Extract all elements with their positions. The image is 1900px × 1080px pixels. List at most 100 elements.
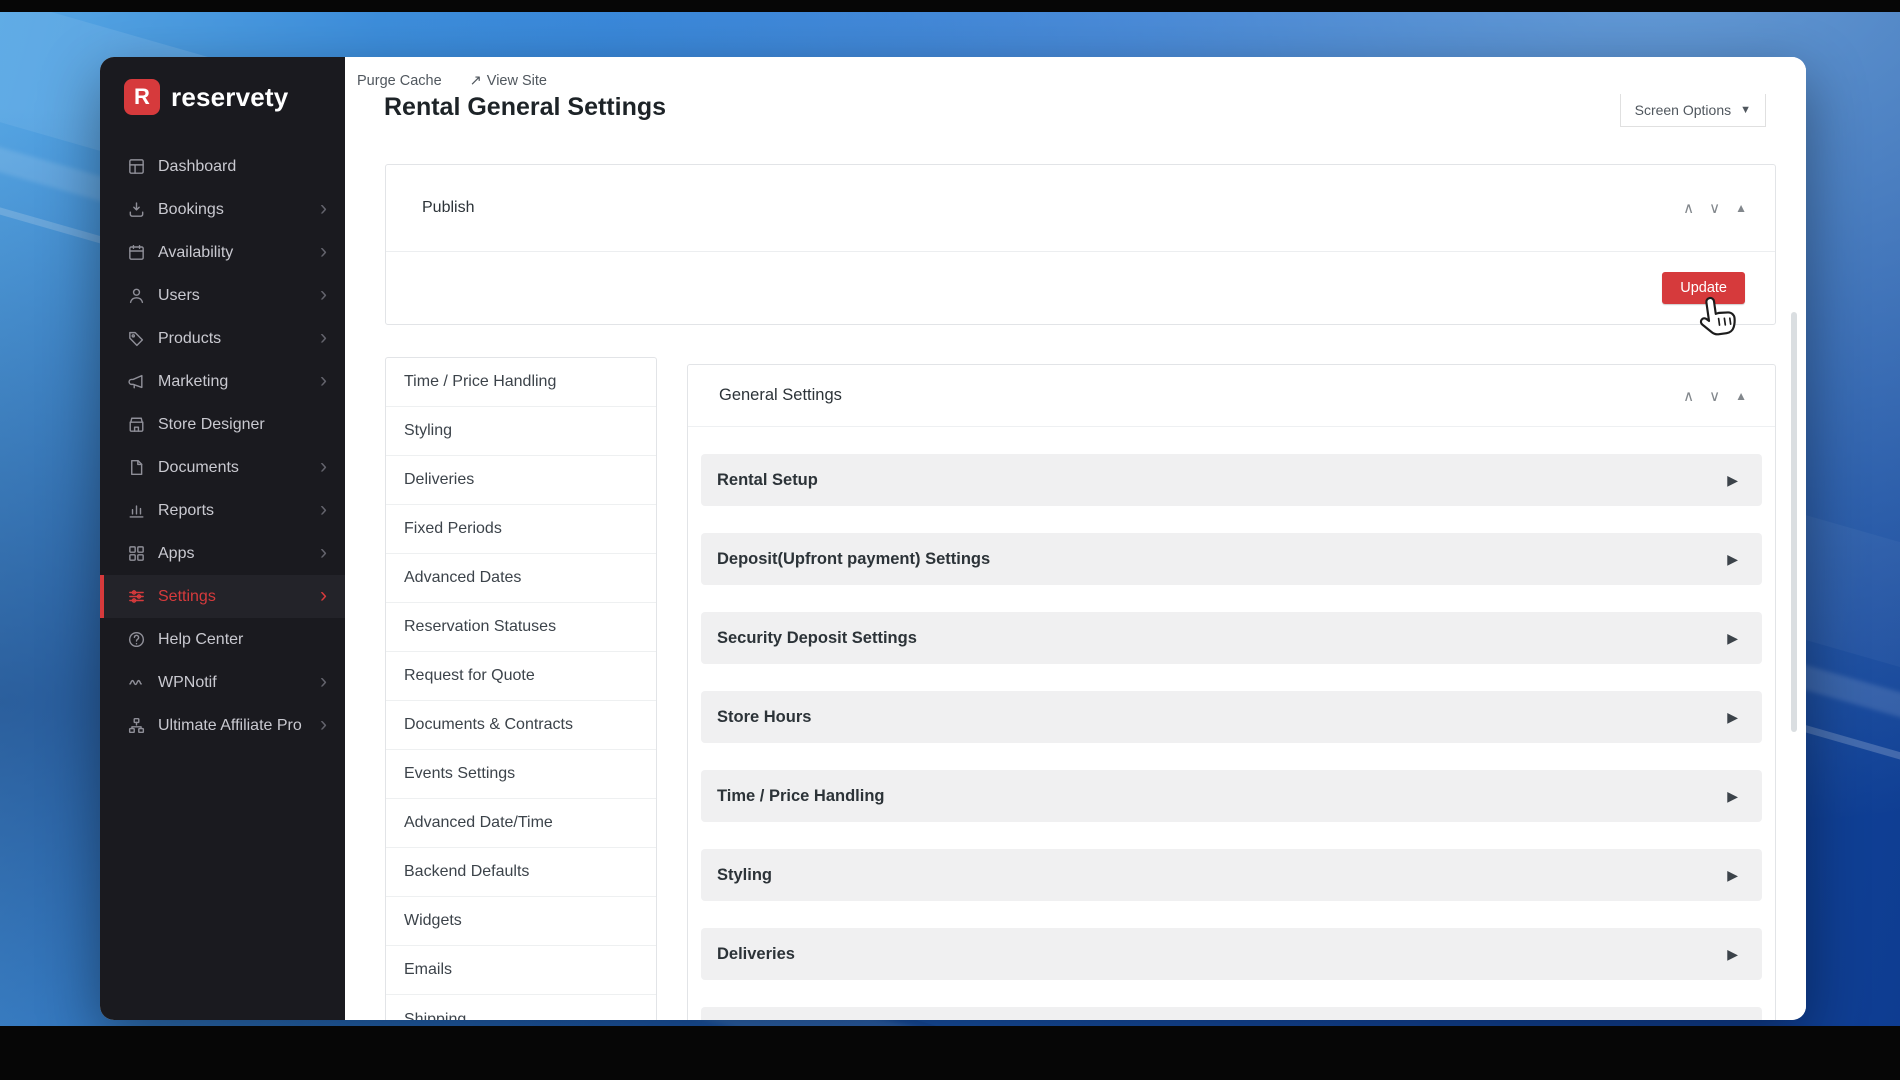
page-title: Rental General Settings bbox=[384, 93, 666, 122]
sidebar-item-apps[interactable]: Apps › bbox=[100, 532, 345, 575]
settings-nav-item-advanced-dates[interactable]: Advanced Dates bbox=[386, 554, 656, 603]
settings-nav-item-emails[interactable]: Emails bbox=[386, 946, 656, 995]
letterbox-top bbox=[0, 0, 1900, 12]
accordion-row-partial[interactable] bbox=[701, 1007, 1762, 1020]
sidebar-item-label: Marketing bbox=[158, 372, 308, 391]
users-icon bbox=[126, 286, 146, 306]
products-icon bbox=[126, 329, 146, 349]
accordion-row-store-hours[interactable]: Store Hours ▶ bbox=[701, 691, 1762, 743]
sidebar-item-users[interactable]: Users › bbox=[100, 274, 345, 317]
sidebar-item-availability[interactable]: Availability› bbox=[100, 231, 345, 274]
sidebar-item-label: Products bbox=[158, 329, 308, 348]
accordion-row-time-price-handling[interactable]: Time / Price Handling ▶ bbox=[701, 770, 1762, 822]
brand-logo-icon: R bbox=[124, 79, 160, 115]
sidebar-item-products[interactable]: Products› bbox=[100, 317, 345, 360]
move-down-icon[interactable]: ∨ bbox=[1709, 387, 1720, 405]
dropdown-caret-icon: ▼ bbox=[1740, 104, 1751, 116]
settings-icon bbox=[126, 587, 146, 607]
chevron-right-icon: › bbox=[320, 542, 327, 563]
move-up-icon[interactable]: ∧ bbox=[1683, 199, 1694, 217]
screen-options-button[interactable]: Screen Options ▼ bbox=[1620, 94, 1766, 127]
purge-cache-link[interactable]: Purge Cache bbox=[357, 73, 442, 89]
settings-nav-item-styling[interactable]: Styling bbox=[386, 407, 656, 456]
sidebar-item-settings[interactable]: Settings› bbox=[100, 575, 345, 618]
accordion-row-deposit-upfront-payment-settings[interactable]: Deposit(Upfront payment) Settings▶ bbox=[701, 533, 1762, 585]
sidebar-item-label: Availability bbox=[158, 243, 308, 262]
sidebar-item-reports[interactable]: Reports› bbox=[100, 489, 345, 532]
settings-nav-item-fixed-periods[interactable]: Fixed Periods bbox=[386, 505, 656, 554]
documents-icon bbox=[126, 458, 146, 478]
accordion-label: Deliveries bbox=[717, 945, 795, 964]
sidebar-item-label: Documents bbox=[158, 458, 308, 477]
brand-name: reservety bbox=[171, 82, 288, 113]
admin-toolbar: Purge Cache ↗ View Site bbox=[357, 73, 547, 89]
accordion-row-styling[interactable]: Styling▶ bbox=[701, 849, 1762, 901]
view-site-link[interactable]: ↗ View Site bbox=[470, 73, 547, 89]
accordion-caret-icon: ▶ bbox=[1727, 788, 1738, 805]
settings-nav-item-request-for-quote[interactable]: Request for Quote bbox=[386, 652, 656, 701]
accordion-label: Store Hours bbox=[717, 708, 811, 727]
accordion-label: Time / Price Handling bbox=[717, 787, 885, 806]
toggle-panel-icon[interactable]: ▲ bbox=[1735, 201, 1747, 217]
sidebar-item-label: Dashboard bbox=[158, 157, 327, 176]
chevron-right-icon: › bbox=[320, 284, 327, 305]
help-icon bbox=[126, 630, 146, 650]
hand-cursor bbox=[1689, 290, 1744, 350]
accordion-row-deliveries[interactable]: Deliveries ▶ bbox=[701, 928, 1762, 980]
app-window: R reservety DashboardBookings›Availabili… bbox=[100, 57, 1806, 1020]
move-up-icon[interactable]: ∧ bbox=[1683, 387, 1694, 405]
general-settings-title: General Settings bbox=[719, 386, 842, 405]
sidebar-item-label: WPNotif bbox=[158, 673, 308, 692]
publish-panel-title: Publish bbox=[422, 199, 474, 217]
toggle-panel-icon[interactable]: ▲ bbox=[1735, 389, 1747, 405]
external-link-icon: ↗ bbox=[470, 73, 482, 89]
sidebar: R reservety DashboardBookings›Availabili… bbox=[100, 57, 345, 1020]
settings-nav-item-time-price-handling[interactable]: Time / Price Handling bbox=[386, 358, 656, 407]
accordion-row-security-deposit-settings[interactable]: Security Deposit Settings▶ bbox=[701, 612, 1762, 664]
settings-nav-item-events-settings[interactable]: Events Settings bbox=[386, 750, 656, 799]
sidebar-item-dashboard[interactable]: Dashboard bbox=[100, 145, 345, 188]
brand-logo[interactable]: R reservety bbox=[100, 57, 345, 139]
sidebar-item-documents[interactable]: Documents › bbox=[100, 446, 345, 489]
view-site-label: View Site bbox=[487, 73, 547, 89]
accordion-caret-icon: ▶ bbox=[1727, 630, 1738, 647]
sidebar-item-label: Reports bbox=[158, 501, 308, 520]
sidebar-item-label: Users bbox=[158, 286, 308, 305]
marketing-icon bbox=[126, 372, 146, 392]
settings-nav-item-deliveries[interactable]: Deliveries bbox=[386, 456, 656, 505]
sidebar-item-wpnotif[interactable]: WPNotif› bbox=[100, 661, 345, 704]
chevron-right-icon: › bbox=[320, 456, 327, 477]
sidebar-item-ultimate-affiliate-pro[interactable]: Ultimate Affiliate Pro› bbox=[100, 704, 345, 747]
wpnotif-icon bbox=[126, 673, 146, 693]
settings-nav-item-advanced-date-time[interactable]: Advanced Date/Time bbox=[386, 799, 656, 848]
accordion-label: Deposit(Upfront payment) Settings bbox=[717, 550, 990, 569]
accordion-label: Styling bbox=[717, 866, 772, 885]
sidebar-menu: DashboardBookings›Availability›Users›Pro… bbox=[100, 139, 345, 747]
general-settings-body: Rental Setup▶ Deposit(Upfront payment) Se… bbox=[688, 427, 1775, 1020]
desktop: R reservety DashboardBookings›Availabili… bbox=[0, 0, 1900, 1080]
settings-nav-item-backend-defaults[interactable]: Backend Defaults bbox=[386, 848, 656, 897]
settings-nav-item-widgets[interactable]: Widgets bbox=[386, 897, 656, 946]
dashboard-icon bbox=[126, 157, 146, 177]
affiliate-icon bbox=[126, 716, 146, 736]
settings-nav-item-shipping[interactable]: Shipping bbox=[386, 995, 656, 1020]
accordion-caret-icon: ▶ bbox=[1727, 709, 1738, 726]
scrollbar-thumb[interactable] bbox=[1791, 312, 1797, 732]
availability-icon bbox=[126, 243, 146, 263]
accordion-caret-icon: ▶ bbox=[1727, 946, 1738, 963]
sidebar-item-help-center[interactable]: Help Center bbox=[100, 618, 345, 661]
publish-panel-header: Publish ∧ ∨ ▲ bbox=[386, 165, 1775, 252]
sidebar-item-marketing[interactable]: Marketing› bbox=[100, 360, 345, 403]
sidebar-item-store-designer[interactable]: Store Designer bbox=[100, 403, 345, 446]
accordion-row-rental-setup[interactable]: Rental Setup▶ bbox=[701, 454, 1762, 506]
move-down-icon[interactable]: ∨ bbox=[1709, 199, 1720, 217]
settings-nav-item-reservation-statuses[interactable]: Reservation Statuses bbox=[386, 603, 656, 652]
settings-nav-item-documents-contracts[interactable]: Documents & Contracts bbox=[386, 701, 656, 750]
main-content: Purge Cache ↗ View Site Rental General S… bbox=[345, 57, 1806, 1020]
chevron-right-icon: › bbox=[320, 714, 327, 735]
settings-nav: Time / Price HandlingStylingDeliveriesFi… bbox=[385, 357, 657, 1020]
sidebar-item-label: Apps bbox=[158, 544, 308, 563]
sidebar-item-label: Store Designer bbox=[158, 415, 327, 434]
publish-panel-body: Update bbox=[386, 252, 1775, 324]
sidebar-item-bookings[interactable]: Bookings› bbox=[100, 188, 345, 231]
